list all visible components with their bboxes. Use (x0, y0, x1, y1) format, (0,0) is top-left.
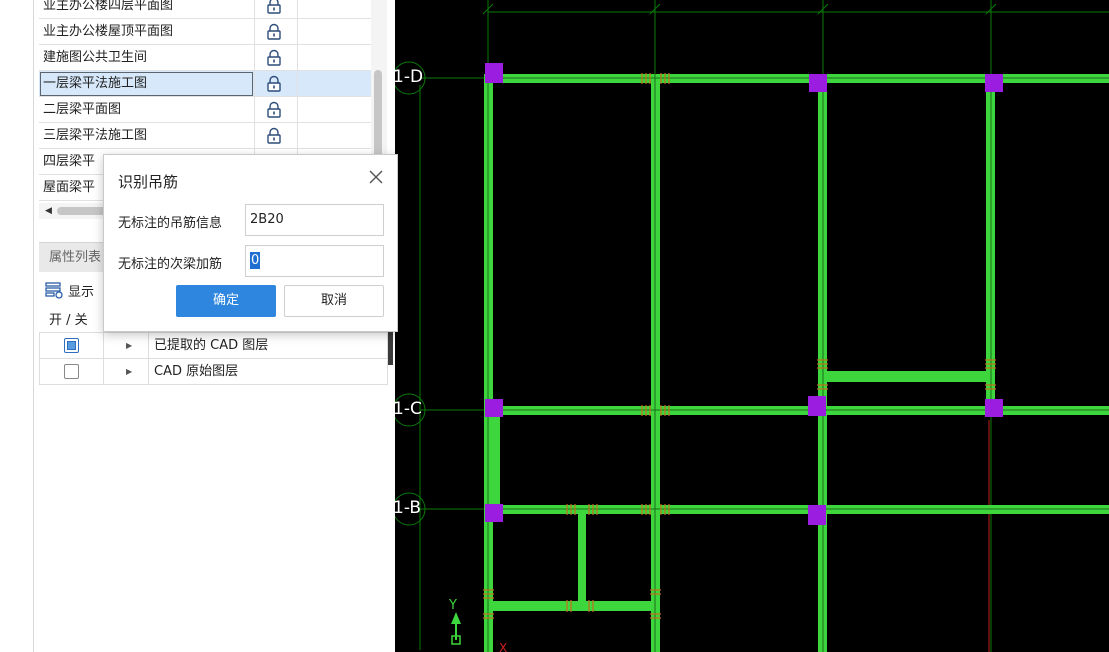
secondary-beam-rebar-label: 无标注的次梁加筋 (118, 257, 223, 272)
lock-icon[interactable] (265, 75, 283, 93)
dialog-title: 识别吊筋 (118, 173, 179, 191)
scroll-left-icon[interactable]: ◀ (45, 206, 52, 216)
cancel-button[interactable]: 取消 (284, 285, 384, 317)
expand-arrow-icon[interactable]: ▶ (126, 333, 132, 359)
on-off-header: 开 / 关 (49, 313, 88, 328)
scrollbar-thumb[interactable] (374, 70, 382, 162)
drawing-list-item-selected[interactable]: 一层梁平法施工图 (39, 71, 371, 97)
drawing-list-item[interactable]: 建施图公共卫生间 (39, 45, 371, 71)
layer-checkbox[interactable] (64, 364, 79, 379)
layer-row[interactable]: ▶ CAD 原始图层 (39, 359, 388, 385)
lock-icon[interactable] (265, 49, 283, 67)
drawing-name: 二层梁平面图 (43, 102, 122, 117)
layer-name: CAD 原始图层 (154, 364, 239, 379)
cad-canvas[interactable]: 1-D 1-C 1-B Y X (395, 0, 1109, 652)
drawing-name: 建施图公共卫生间 (43, 50, 148, 65)
panel-edge (33, 0, 34, 652)
layer-row[interactable]: ▶ 已提取的 CAD 图层 (39, 333, 388, 359)
ucs-y-label: Y (449, 598, 457, 613)
secondary-beam-rebar-input[interactable]: 0 (245, 245, 384, 277)
drawing-list-item[interactable]: 业主办公楼四层平面图 (39, 0, 371, 19)
drawing-name: 一层梁平法施工图 (43, 76, 148, 91)
drawing-name: 业主办公楼四层平面图 (43, 0, 174, 13)
lock-icon[interactable] (265, 127, 283, 145)
axis-label: 1-D (395, 67, 424, 87)
display-label: 显示 (68, 284, 95, 300)
ok-button[interactable]: 确定 (176, 285, 276, 317)
axis-label: 1-C (395, 399, 422, 419)
drawing-name: 屋面梁平 (43, 180, 96, 195)
layer-checkbox[interactable] (64, 338, 79, 353)
display-button[interactable]: 显示 (44, 278, 94, 302)
axis-label: 1-B (395, 498, 422, 518)
hanger-info-input[interactable]: 2B20 (245, 204, 384, 236)
drawing-list-item[interactable]: 二层梁平面图 (39, 97, 371, 123)
lock-icon[interactable] (265, 0, 283, 15)
drawing-name: 业主办公楼屋顶平面图 (43, 24, 174, 39)
close-icon[interactable] (366, 167, 386, 187)
expand-arrow-icon[interactable]: ▶ (126, 359, 132, 385)
hanger-info-label: 无标注的吊筋信息 (118, 216, 223, 231)
drawing-list-item[interactable]: 三层梁平法施工图 (39, 123, 371, 149)
lock-icon[interactable] (265, 101, 283, 119)
layer-name: 已提取的 CAD 图层 (154, 338, 269, 353)
cad-drawing (395, 0, 1109, 652)
layers-icon (45, 282, 63, 299)
drawing-name: 三层梁平法施工图 (43, 128, 148, 143)
drawing-list-item[interactable]: 业主办公楼屋顶平面图 (39, 19, 371, 45)
properties-title: 属性列表 (49, 250, 102, 265)
ucs-x-label: X (499, 641, 508, 652)
drawing-name: 四层梁平 (43, 154, 96, 169)
identify-hanger-dialog: 识别吊筋 无标注的吊筋信息 2B20 无标注的次梁加筋 0 确定 取消 (103, 154, 398, 332)
lock-icon[interactable] (265, 23, 283, 41)
